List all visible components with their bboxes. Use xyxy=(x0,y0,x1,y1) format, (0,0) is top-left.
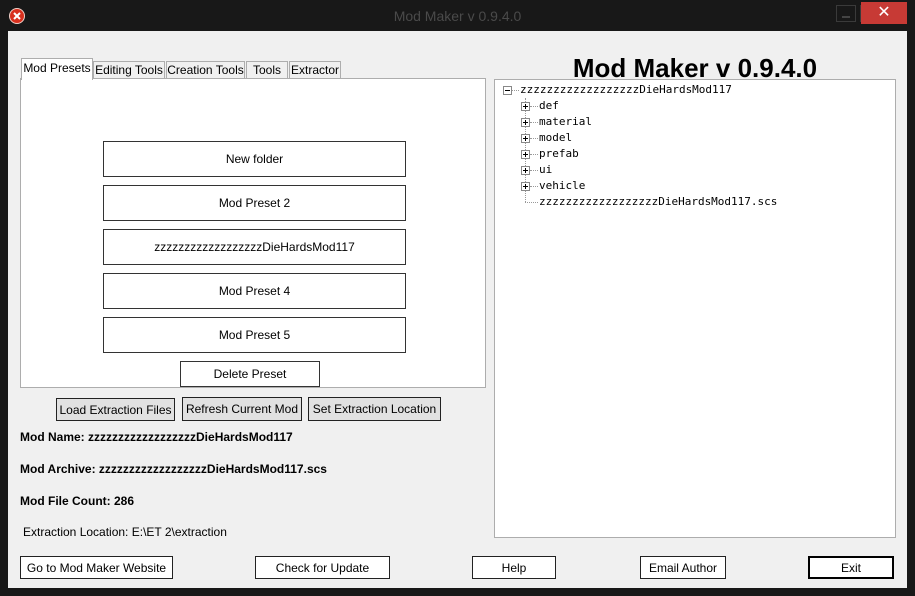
mod-name-value: zzzzzzzzzzzzzzzzzzDieHardsMod117 xyxy=(88,430,293,444)
tab-extractor[interactable]: Extractor xyxy=(289,61,341,78)
website-button[interactable]: Go to Mod Maker Website xyxy=(20,556,173,579)
mod-archive-label: Mod Archive: xyxy=(20,462,96,476)
refresh-current-mod-button[interactable]: Refresh Current Mod xyxy=(182,397,302,421)
title-bar[interactable]: Mod Maker v 0.9.4.0 ✕ xyxy=(0,0,915,30)
mod-name-line: Mod Name: zzzzzzzzzzzzzzzzzzDieHardsMod1… xyxy=(20,430,293,444)
tree-node-prefab[interactable]: prefab xyxy=(539,146,579,162)
preset-button-5[interactable]: Mod Preset 5 xyxy=(103,317,406,353)
load-extraction-files-button[interactable]: Load Extraction Files xyxy=(56,398,175,421)
mod-presets-page: New folder Mod Preset 2 zzzzzzzzzzzzzzzz… xyxy=(20,78,486,388)
file-tree[interactable]: zzzzzzzzzzzzzzzzzzDieHardsMod117 def mat… xyxy=(494,79,896,538)
email-author-button[interactable]: Email Author xyxy=(640,556,726,579)
tree-root-node[interactable]: zzzzzzzzzzzzzzzzzzDieHardsMod117 xyxy=(520,82,732,98)
tree-node-ui[interactable]: ui xyxy=(539,162,552,178)
tree-node-def[interactable]: def xyxy=(539,98,559,114)
file-count-line: Mod File Count: 286 xyxy=(20,494,134,508)
tree-node-model[interactable]: model xyxy=(539,130,572,146)
tab-editing-tools[interactable]: Editing Tools xyxy=(93,61,165,78)
exit-button[interactable]: Exit xyxy=(808,556,894,579)
app-window: Mod Maker v 0.9.4.0 ✕ Mod Maker v 0.9.4.… xyxy=(0,0,915,596)
window-title: Mod Maker v 0.9.4.0 xyxy=(393,8,522,24)
tree-collapse-icon[interactable] xyxy=(503,86,512,95)
help-button[interactable]: Help xyxy=(472,556,556,579)
set-extraction-location-button[interactable]: Set Extraction Location xyxy=(308,397,441,421)
tab-tools[interactable]: Tools xyxy=(246,61,288,78)
tree-node-vehicle[interactable]: vehicle xyxy=(539,178,585,194)
main-panel: Mod Maker v 0.9.4.0 Mod Presets Editing … xyxy=(8,31,907,588)
tree-node-scs-file[interactable]: zzzzzzzzzzzzzzzzzzDieHardsMod117.scs xyxy=(539,194,777,210)
preset-button-3[interactable]: zzzzzzzzzzzzzzzzzzDieHardsMod117 xyxy=(103,229,406,265)
tree-expand-icon[interactable] xyxy=(521,118,530,127)
mod-archive-value: zzzzzzzzzzzzzzzzzzDieHardsMod117.scs xyxy=(98,462,327,476)
minimize-icon[interactable] xyxy=(836,5,856,22)
tree-expand-icon[interactable] xyxy=(521,134,530,143)
mod-archive-line: Mod Archive: zzzzzzzzzzzzzzzzzzDieHardsM… xyxy=(20,462,327,476)
tab-creation-tools[interactable]: Creation Tools xyxy=(166,61,245,78)
tree-expand-icon[interactable] xyxy=(521,150,530,159)
tree-expand-icon[interactable] xyxy=(521,182,530,191)
preset-button-2[interactable]: Mod Preset 2 xyxy=(103,185,406,221)
tree-node-material[interactable]: material xyxy=(539,114,592,130)
preset-button-4[interactable]: Mod Preset 4 xyxy=(103,273,406,309)
delete-preset-button[interactable]: Delete Preset xyxy=(180,361,320,387)
tab-mod-presets[interactable]: Mod Presets xyxy=(21,58,93,80)
file-count-value: 286 xyxy=(114,494,135,508)
file-count-label: Mod File Count: xyxy=(20,494,111,508)
preset-button-1[interactable]: New folder xyxy=(103,141,406,177)
close-icon[interactable]: ✕ xyxy=(861,2,907,24)
mod-name-label: Mod Name: xyxy=(20,430,85,444)
check-update-button[interactable]: Check for Update xyxy=(255,556,390,579)
extraction-location-label: Extraction Location: E:\ET 2\extraction xyxy=(23,525,227,539)
tree-expand-icon[interactable] xyxy=(521,166,530,175)
tree-expand-icon[interactable] xyxy=(521,102,530,111)
